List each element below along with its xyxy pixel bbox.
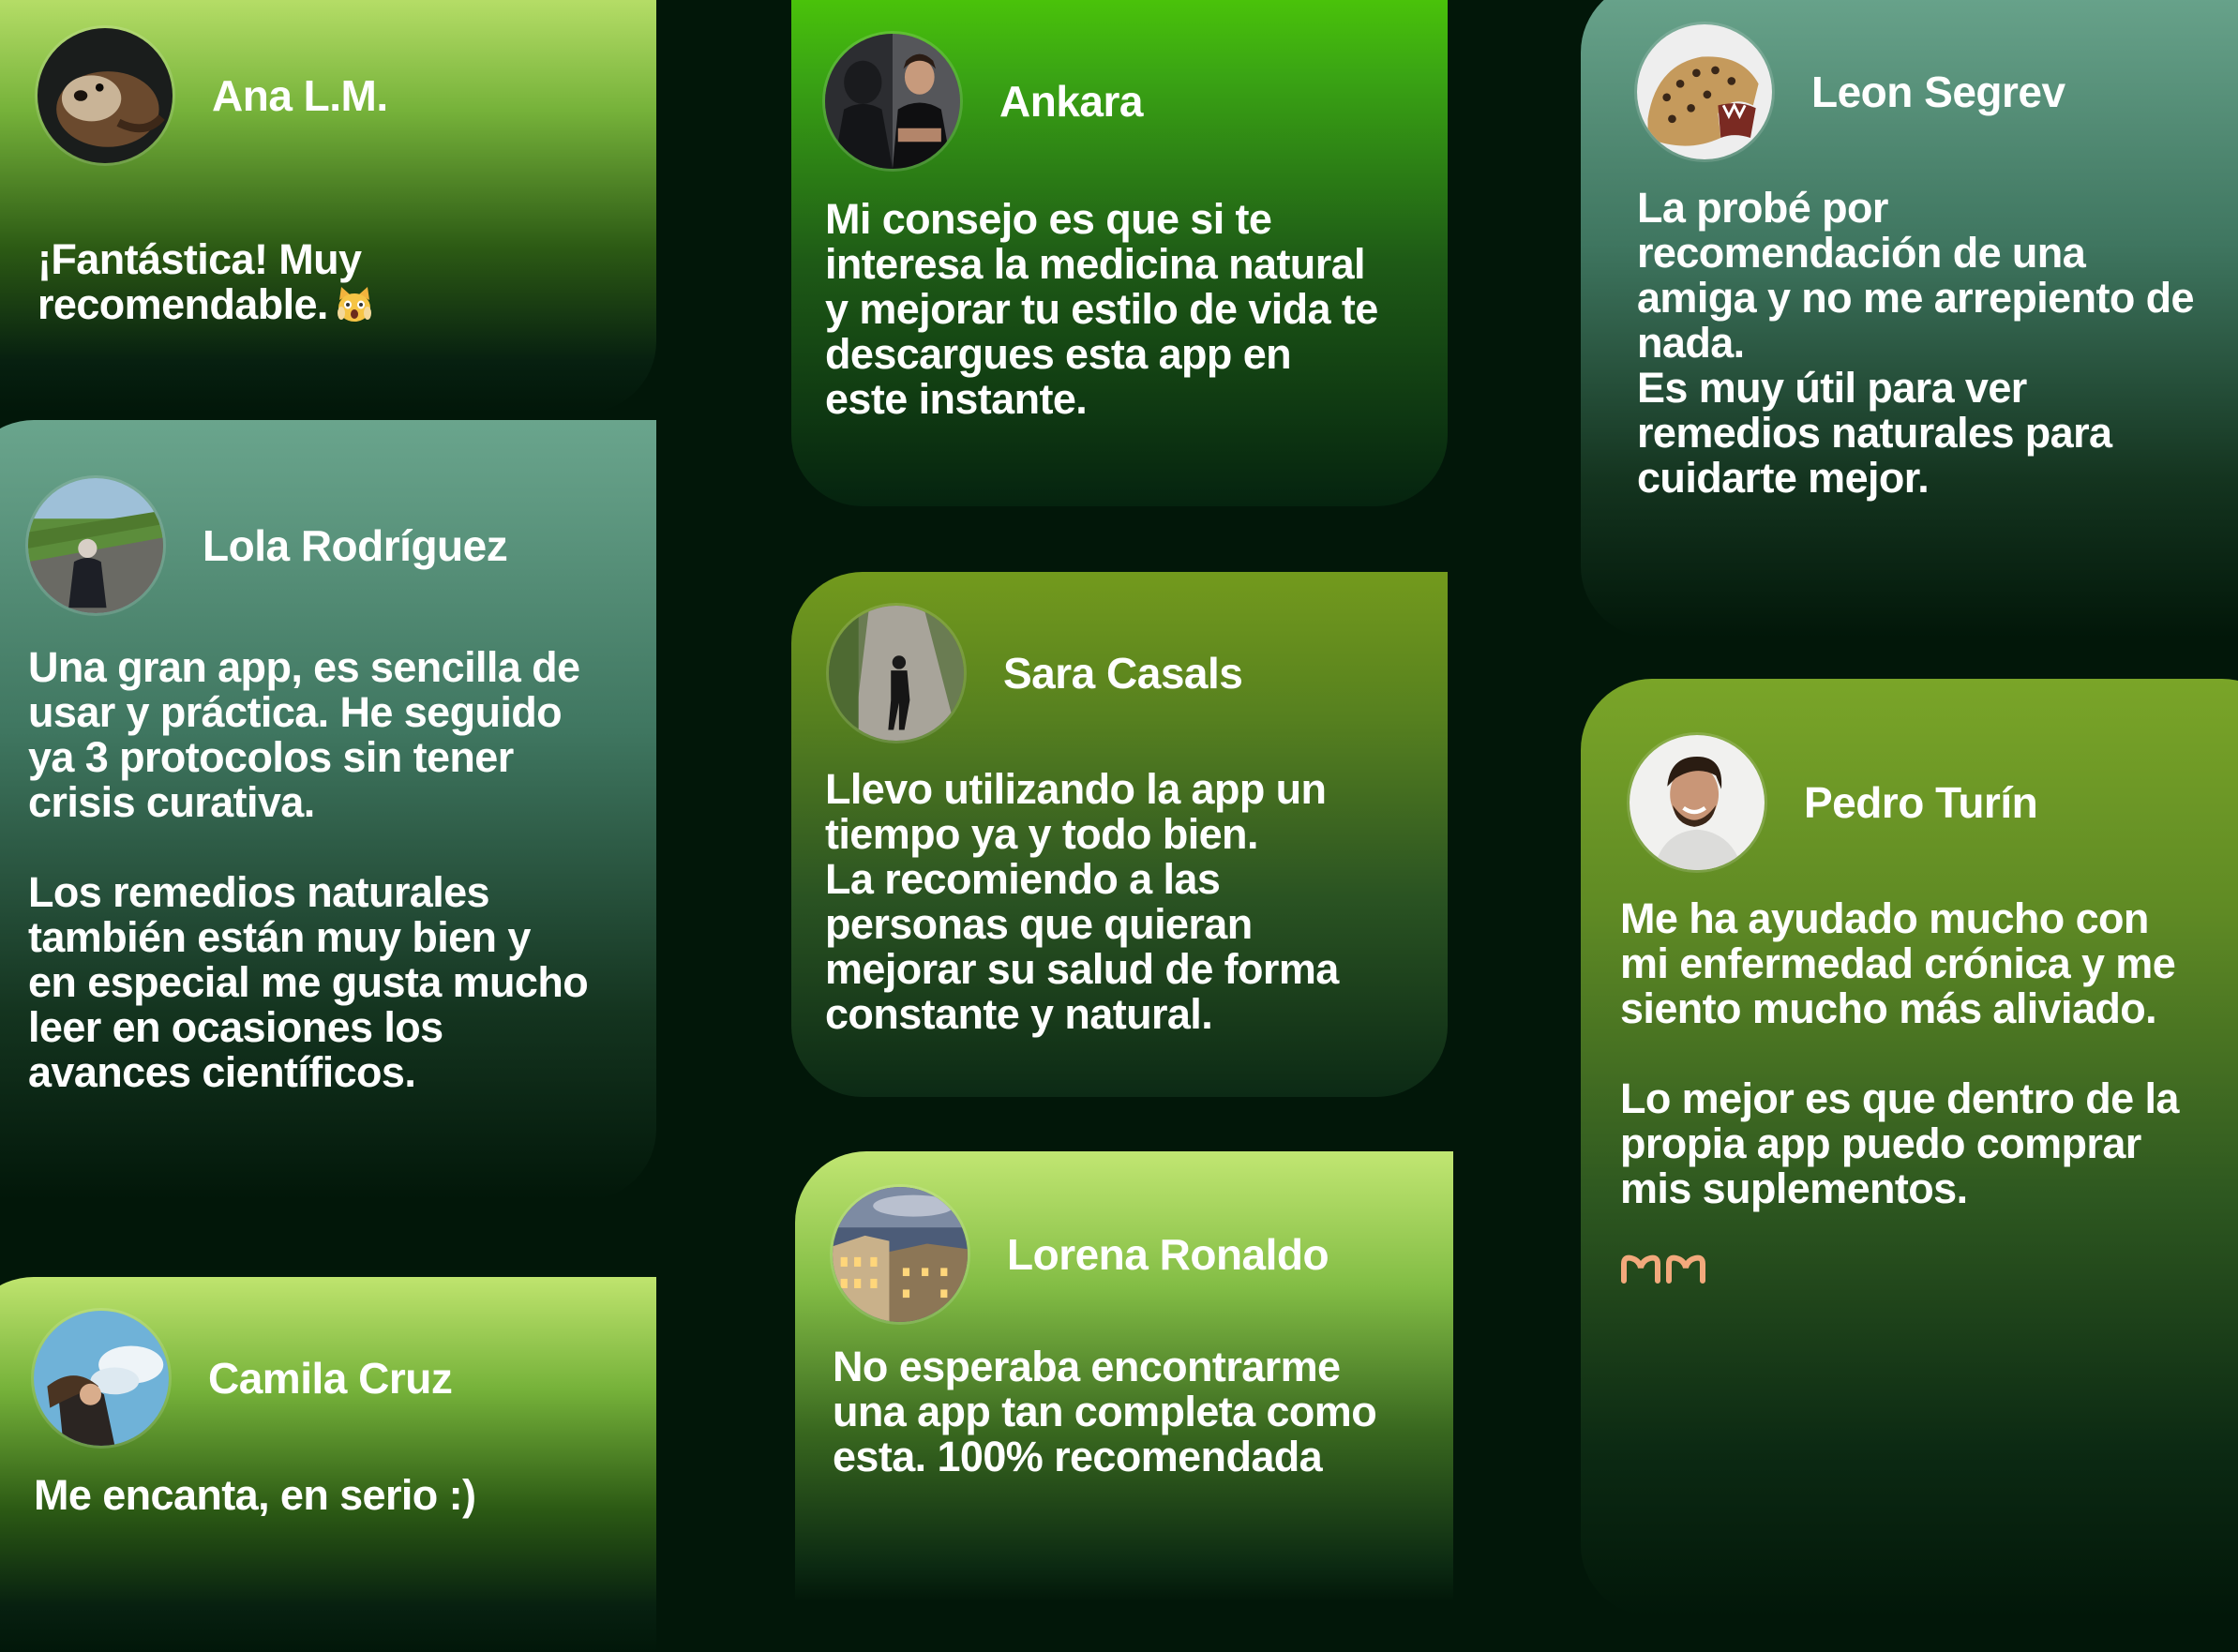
testimonial-header: Camila Cruz <box>34 1311 453 1446</box>
testimonial-card-ana: Ana L.M. ¡Fantástica! Muy recomendable. <box>0 0 656 413</box>
shocked-cat-emoji-icon <box>337 287 371 322</box>
smiling-bearded-man-photo-icon <box>1630 735 1765 870</box>
testimonial-header: Lola Rodríguez <box>28 478 508 613</box>
testimonial-header: Sara Casals <box>829 606 1243 741</box>
testimonial-card-sara: Sara Casals Llevo utilizando la app un t… <box>791 572 1448 1097</box>
review-text: Una gran app, es sencilla de usar y prác… <box>28 643 589 1096</box>
testimonial-header: Ana L.M. <box>38 28 388 163</box>
testimonial-header: Pedro Turín <box>1630 735 2038 870</box>
reviewer-name: Ana L.M. <box>212 71 388 120</box>
testimonial-card-camila: Camila Cruz Me encanta, en serio :) <box>0 1277 656 1652</box>
avatar <box>28 478 163 613</box>
roaring-jaguar-photo-icon <box>1637 24 1772 159</box>
avatar <box>829 606 964 741</box>
woman-with-windblown-hair-photo-icon <box>34 1311 169 1446</box>
reviewer-name: Leon Segrev <box>1811 68 2065 116</box>
person-on-country-road-photo-icon <box>28 478 163 613</box>
testimonial-card-pedro: Pedro Turín Me ha ayudado mucho con mi e… <box>1581 679 2238 1616</box>
avatar <box>1630 735 1765 870</box>
testimonial-header: Leon Segrev <box>1637 24 2065 159</box>
review-text: Me encanta, en serio :) <box>34 1471 476 1519</box>
reviewer-name: Sara Casals <box>1003 649 1243 698</box>
avatar <box>825 34 960 169</box>
avatar <box>833 1187 968 1322</box>
testimonial-card-lola: Lola Rodríguez Una gran app, es sencilla… <box>0 420 656 1200</box>
review-text: No esperaba encontrarme una app tan comp… <box>833 1343 1377 1480</box>
sea-otter-photo-icon <box>38 28 173 163</box>
testimonial-card-ankara: Ankara Mi consejo es que si te interesa … <box>791 0 1448 506</box>
runner-on-path-photo-icon <box>829 606 964 741</box>
review-text: La probé por recomendación de una amiga … <box>1637 184 2195 502</box>
man-in-black-tshirt-photo-icon <box>825 34 960 169</box>
avatar <box>34 1311 169 1446</box>
heart-hands-emoji-icon <box>1621 1254 1705 1284</box>
reviewer-name: Lorena Ronaldo <box>1007 1230 1329 1279</box>
reviewer-name: Lola Rodríguez <box>203 521 508 570</box>
review-text: ¡Fantástica! Muy recomendable. <box>38 235 362 328</box>
review-text: Me ha ayudado mucho con mi enfermedad cr… <box>1620 894 2179 1212</box>
avatar <box>1637 24 1772 159</box>
review-text: Mi consejo es que si te interesa la medi… <box>825 195 1378 423</box>
testimonial-header: Lorena Ronaldo <box>833 1187 1329 1322</box>
avatar <box>38 28 173 163</box>
reviewer-name: Camila Cruz <box>208 1354 453 1403</box>
review-text: Llevo utilizando la app un tiempo ya y t… <box>825 765 1339 1038</box>
reviewer-name: Ankara <box>999 77 1143 126</box>
testimonial-header: Ankara <box>825 34 1143 169</box>
testimonial-card-leon: Leon Segrev La probé por recomendación d… <box>1581 0 2238 638</box>
reviewer-name: Pedro Turín <box>1804 778 2038 827</box>
testimonial-card-lorena: Lorena Ronaldo No esperaba encontrarme u… <box>795 1151 1453 1601</box>
paris-rooftops-photo-icon <box>833 1187 968 1322</box>
